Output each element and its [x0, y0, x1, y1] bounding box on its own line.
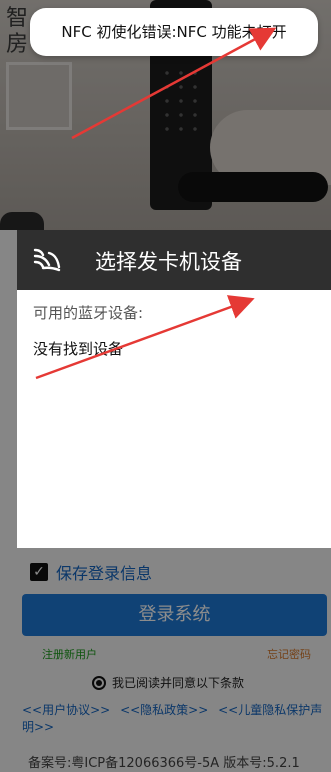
nfc-error-toast: NFC 初使化错误:NFC 功能未打开	[30, 8, 318, 56]
no-device-message: 没有找到设备	[33, 340, 124, 358]
nfc-signal-icon	[33, 248, 61, 272]
dialog-header: 选择发卡机设备	[17, 230, 331, 290]
select-card-device-dialog: 选择发卡机设备 可用的蓝牙设备: 没有找到设备	[17, 230, 331, 548]
bluetooth-devices-label: 可用的蓝牙设备:	[33, 304, 144, 322]
dialog-title: 选择发卡机设备	[95, 250, 242, 274]
